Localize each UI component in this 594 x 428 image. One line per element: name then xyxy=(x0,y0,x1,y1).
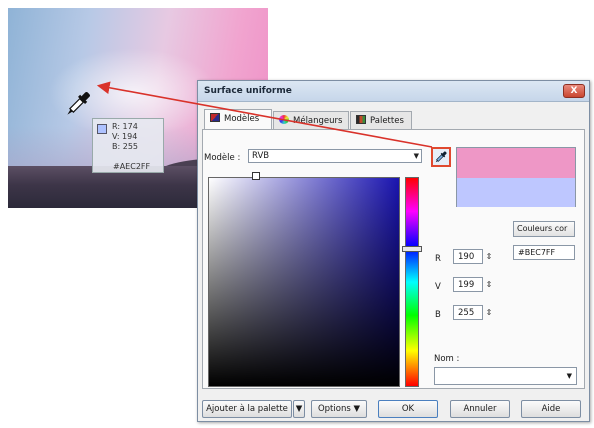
hue-slider[interactable] xyxy=(405,177,419,387)
title-bar[interactable]: Surface uniforme X xyxy=(198,81,589,102)
chevron-down-icon: ▼ xyxy=(413,152,419,160)
name-label: Nom : xyxy=(434,354,460,364)
hue-slider-handle[interactable] xyxy=(402,246,422,252)
options-label: Options xyxy=(317,404,351,414)
options-button[interactable]: Options ▼ xyxy=(311,400,367,418)
close-button[interactable]: X xyxy=(563,84,585,98)
tab-modeles[interactable]: Modèles xyxy=(204,109,272,129)
tab-modeles-label: Modèles xyxy=(224,114,260,124)
chevron-down-icon: ▼ xyxy=(566,372,572,380)
eyedropper-icon xyxy=(435,151,447,163)
cancel-button[interactable]: Annuler xyxy=(450,400,510,418)
tab-melangeurs[interactable]: Mélangeurs xyxy=(273,111,349,129)
v-input[interactable]: 199 xyxy=(453,277,483,292)
help-button[interactable]: Aide xyxy=(521,400,581,418)
readout-hex: #AEC2FF xyxy=(113,162,151,171)
reference-color-swatch xyxy=(457,178,575,207)
tab-melangeurs-label: Mélangeurs xyxy=(293,116,343,126)
readout-v: V: 194 xyxy=(112,132,138,141)
tab-palettes[interactable]: Palettes xyxy=(350,111,412,129)
add-to-palette-dropdown[interactable]: ▼ xyxy=(293,400,305,418)
chevron-down-icon: ▼ xyxy=(295,404,303,414)
dialog-title: Surface uniforme xyxy=(204,86,292,96)
new-color-swatch xyxy=(457,148,575,178)
model-select[interactable]: RVB ▼ xyxy=(248,149,422,163)
chevron-down-icon: ▼ xyxy=(353,404,361,414)
add-to-palette-button[interactable]: Ajouter à la palette xyxy=(202,400,292,418)
r-label: R xyxy=(435,254,441,264)
saturation-value-square[interactable] xyxy=(208,177,400,387)
cancel-label: Annuler xyxy=(463,404,497,414)
ok-button[interactable]: OK xyxy=(378,400,438,418)
help-label: Aide xyxy=(541,404,561,414)
palettes-icon xyxy=(356,115,366,124)
v-spinner[interactable]: ⇕ xyxy=(485,277,493,292)
b-input[interactable]: 255 xyxy=(453,305,483,320)
eyedropper-cursor-icon xyxy=(67,92,90,115)
b-spinner[interactable]: ⇕ xyxy=(485,305,493,320)
uniform-fill-dialog: Surface uniforme X Modèles Mélangeurs Pa… xyxy=(197,80,590,422)
r-spinner[interactable]: ⇕ xyxy=(485,249,493,264)
mixers-icon xyxy=(279,115,289,124)
color-square-marker[interactable] xyxy=(252,172,260,180)
models-icon xyxy=(210,113,220,122)
ok-label: OK xyxy=(401,404,415,414)
color-readout-tooltip: R: 174 V: 194 B: 255 #AEC2FF xyxy=(92,118,164,173)
name-input[interactable]: ▼ xyxy=(434,367,577,385)
model-label: Modèle : xyxy=(204,153,241,163)
tab-palettes-label: Palettes xyxy=(370,116,404,126)
model-select-value: RVB xyxy=(252,151,270,161)
readout-b: B: 255 xyxy=(112,142,138,151)
sampled-color-swatch xyxy=(97,124,107,134)
readout-r: R: 174 xyxy=(112,122,138,131)
r-input[interactable]: 190 xyxy=(453,249,483,264)
b-label: B xyxy=(435,310,441,320)
v-label: V xyxy=(435,282,441,292)
color-names-button[interactable]: Couleurs cor xyxy=(513,221,575,237)
color-preview xyxy=(456,147,576,207)
eyedropper-button[interactable] xyxy=(431,147,451,167)
hex-input[interactable]: #BEC7FF xyxy=(513,245,575,260)
add-to-palette-label: Ajouter à la palette xyxy=(206,404,288,414)
